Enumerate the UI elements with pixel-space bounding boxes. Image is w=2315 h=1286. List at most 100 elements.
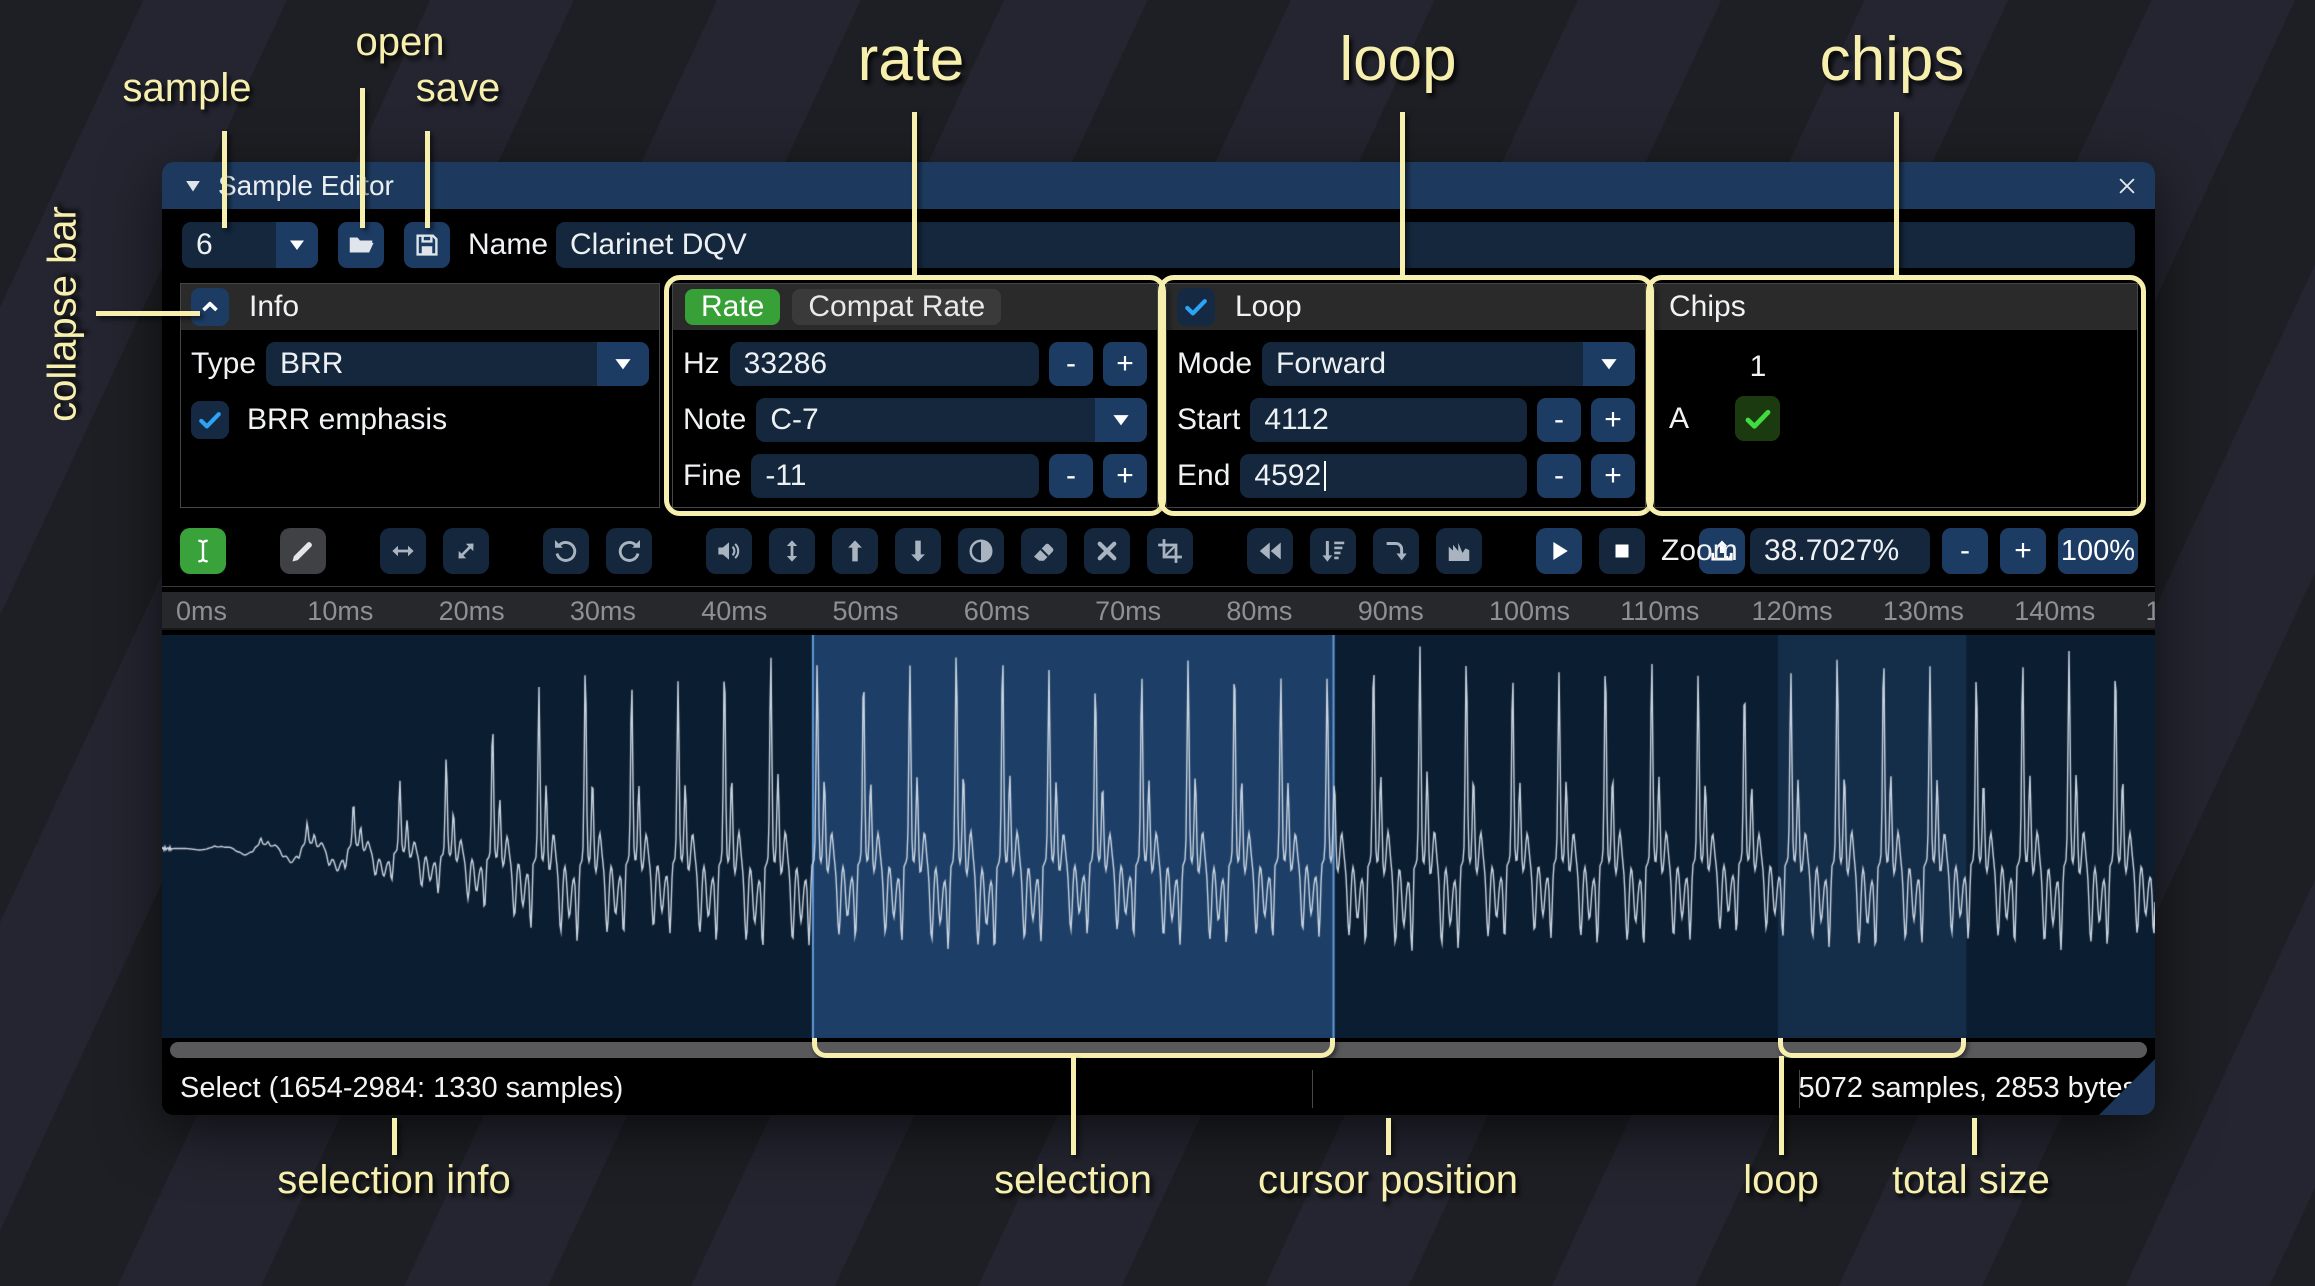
annotation-line-cursor-position [1386, 1118, 1391, 1155]
annotation-selection: selection [994, 1158, 1152, 1202]
chevron-down-icon [597, 342, 649, 386]
pencil-button[interactable] [280, 528, 326, 574]
zoom-value-input[interactable]: 38.7027% [1750, 528, 1930, 574]
toolbar-separator [1210, 551, 1230, 552]
annotation-line-collapse-bar [96, 311, 200, 316]
annotation-loop-top: loop [1339, 25, 1457, 94]
zoom-label: Zoom [1661, 534, 1738, 567]
annotation-collapse-bar: collapse bar [40, 206, 85, 422]
toolbar [180, 528, 1745, 574]
chevron-up-icon [202, 301, 218, 312]
ruler-tick: 40ms [701, 596, 768, 626]
annotation-loop-bottom: loop [1743, 1158, 1819, 1202]
window-titlebar[interactable]: Sample Editor [162, 162, 2155, 209]
preview-button[interactable] [706, 528, 752, 574]
annotation-bracket-loop [1777, 1038, 1967, 1058]
annotation-line-sample [222, 131, 227, 228]
zoom-out-button[interactable]: - [1942, 528, 1988, 574]
resize-free-button[interactable] [443, 528, 489, 574]
toolbar-divider [162, 586, 2155, 587]
annotation-cursor-position: cursor position [1257, 1158, 1519, 1202]
collapse-window-triangle-icon[interactable] [182, 175, 204, 197]
arrow-up-button[interactable] [832, 528, 878, 574]
name-label: Name [468, 228, 549, 261]
annotation-open: open [355, 20, 445, 64]
selection-info-text: Select (1654-2984: 1330 samples) [180, 1072, 624, 1104]
sample-select-dropdown[interactable]: 6 [182, 222, 318, 268]
annotation-chips: chips [1819, 25, 1965, 94]
check-icon [199, 412, 221, 429]
delete-button[interactable] [1084, 528, 1130, 574]
eraser-button[interactable] [1021, 528, 1067, 574]
folder-open-icon [349, 237, 374, 253]
ruler-tick: 120ms [1751, 596, 1833, 626]
invert-button[interactable] [958, 528, 1004, 574]
status-divider [1312, 1070, 1313, 1108]
annotation-save: save [415, 66, 501, 110]
resize-horizontal-button[interactable] [380, 528, 426, 574]
edit-cursor-button[interactable] [180, 528, 226, 574]
collapse-bar-button[interactable] [191, 288, 229, 326]
waveform-canvas[interactable] [162, 635, 2155, 1038]
annotation-bracket-selection [811, 1038, 1335, 1058]
stop-button[interactable] [1599, 528, 1645, 574]
annotation-line-loop [1778, 1056, 1784, 1155]
insert-button[interactable] [1373, 528, 1419, 574]
open-sample-button[interactable] [338, 222, 384, 268]
floppy-save-icon [416, 234, 438, 256]
crop-button[interactable] [1147, 528, 1193, 574]
type-value: BRR [280, 347, 344, 380]
ruler-tick: 50ms [832, 596, 899, 626]
ruler-tick: 90ms [1357, 596, 1424, 626]
zoom-in-button[interactable]: + [2000, 528, 2046, 574]
ruler-tick: 80ms [1226, 596, 1293, 626]
annotation-selection-info: selection info [277, 1158, 511, 1202]
play-button[interactable] [1536, 528, 1582, 574]
info-panel-title: Info [249, 290, 300, 323]
save-sample-button[interactable] [404, 222, 450, 268]
toolbar-separator [343, 551, 363, 552]
ruler-tick: 130ms [1882, 596, 1964, 626]
ruler-tick: 110ms [1620, 596, 1700, 626]
ruler-tick: 70ms [1095, 596, 1162, 626]
close-icon [2119, 177, 2135, 194]
type-label: Type [191, 347, 257, 380]
close-button[interactable] [2103, 162, 2151, 209]
ruler-tick: 20ms [438, 596, 505, 626]
annotation-box-loop [1158, 275, 1654, 516]
sample-select-value: 6 [196, 228, 213, 261]
annotation-line-loop-top [1400, 112, 1405, 275]
undo-button[interactable] [543, 528, 589, 574]
screenshot-stage: Sample Editor 6 Name Clarinet DQV Info T… [0, 0, 2315, 1286]
toolbar-separator [669, 551, 689, 552]
amplify-button[interactable] [769, 528, 815, 574]
ruler-tick: 100ms [1489, 596, 1571, 626]
brr-emphasis-checkbox[interactable] [191, 401, 229, 439]
create-wavetable-button[interactable] [1436, 528, 1482, 574]
chevron-down-icon[interactable] [276, 222, 318, 268]
zoom-reset-button[interactable]: 100% [2058, 528, 2138, 574]
info-panel: Info Type BRR BRR emphasis [180, 283, 660, 508]
info-panel-header: Info [181, 284, 659, 330]
annotation-line-total-size [1972, 1118, 1977, 1155]
status-bar: Select (1654-2984: 1330 samples) 5072 sa… [162, 1062, 2155, 1115]
annotation-sample: sample [122, 66, 252, 110]
type-dropdown[interactable]: BRR [266, 342, 649, 386]
annotation-total-size: total size [1892, 1158, 2050, 1202]
sample-name-value: Clarinet DQV [570, 228, 747, 261]
arrow-down-button[interactable] [895, 528, 941, 574]
annotation-line-chips [1894, 112, 1899, 275]
toolbar-separator [243, 551, 263, 552]
redo-button[interactable] [606, 528, 652, 574]
annotation-line-open [360, 88, 365, 228]
timeline-ruler[interactable]: 0ms 10ms 20ms 30ms 40ms 50ms 60ms 70ms 80ms 90ms 1… [162, 592, 2155, 630]
rewind-button[interactable] [1247, 528, 1293, 574]
annotation-line-selection-info [392, 1118, 397, 1155]
zoom-value: 38.7027% [1764, 534, 1900, 567]
ruler-tick: 10ms [307, 596, 374, 626]
annotation-line-selection [1070, 1056, 1076, 1155]
annotation-box-rate [664, 275, 1166, 516]
downsample-button[interactable] [1310, 528, 1356, 574]
ruler-tick: 150ms [2146, 596, 2156, 627]
ruler-tick: 140ms [2014, 596, 2096, 626]
